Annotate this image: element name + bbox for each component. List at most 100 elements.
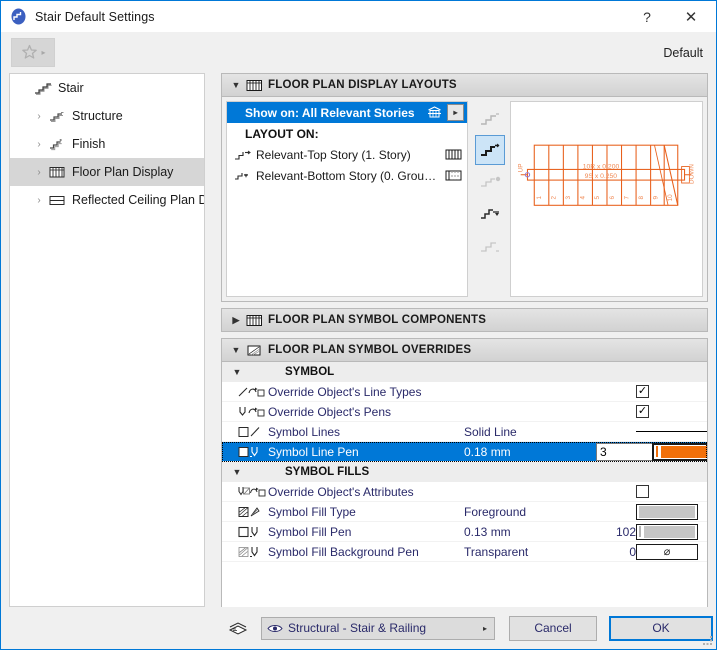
- view-above-icon[interactable]: [475, 103, 505, 133]
- stories-icon: [427, 106, 442, 119]
- row-label: Symbol Line Pen: [268, 445, 464, 459]
- default-label: Default: [663, 46, 703, 60]
- override-attributes-checkbox[interactable]: [636, 485, 649, 498]
- floor-plan-layouts-icon: [243, 79, 265, 92]
- symbol-overrides-icon: [243, 344, 265, 357]
- sidebar-item-stair[interactable]: ⱟ Stair: [10, 74, 204, 102]
- reflected-ceiling-icon: [46, 193, 68, 207]
- table-row[interactable]: Symbol Line Pen 0.18 mm 3 ▸: [222, 442, 707, 462]
- table-row[interactable]: Override Object's Line Types ✓: [222, 382, 707, 402]
- symbol-components-icon: [243, 314, 265, 327]
- section-header-floor-plan-symbol-components[interactable]: ▶ FLOOR PLAN SYMBOL COMPONENTS: [221, 308, 708, 332]
- override-line-types-icon: [222, 384, 268, 399]
- svg-text:9: 9: [652, 195, 659, 199]
- group-title: SYMBOL: [285, 366, 334, 378]
- dialog-footer: Structural - Stair & Railing ▸ Cancel OK: [1, 607, 716, 649]
- chevron-down-icon[interactable]: ▼: [229, 80, 243, 90]
- resize-grip[interactable]: [702, 635, 713, 646]
- table-row[interactable]: Override Object's Attributes: [222, 482, 707, 502]
- override-pens-icon: [222, 404, 268, 419]
- chevron-right-icon[interactable]: ▶: [229, 315, 243, 326]
- layout-on-label: LAYOUT ON:: [227, 123, 467, 144]
- chevron-down-icon[interactable]: ▼: [229, 367, 245, 377]
- symbol-lines-icon: [222, 424, 268, 439]
- title-bar: Stair Default Settings ? ✕: [1, 1, 716, 32]
- layout-row-top-story[interactable]: Relevant-Top Story (1. Story): [227, 144, 467, 165]
- group-title: SYMBOL FILLS: [285, 466, 369, 478]
- row-label: Symbol Lines: [268, 425, 464, 439]
- symbol-fill-type-icon: [222, 504, 268, 519]
- layers-icon: [227, 620, 253, 636]
- svg-text:7: 7: [623, 195, 630, 199]
- section-header-floor-plan-display-layouts[interactable]: ▼ FLOOR PLAN DISPLAY LAYOUTS: [221, 73, 708, 97]
- sidebar-item-label: Reflected Ceiling Plan Di: [72, 193, 205, 207]
- chevron-down-icon[interactable]: ▼: [229, 345, 243, 355]
- chevron-right-icon[interactable]: ›: [32, 139, 46, 150]
- ok-button[interactable]: OK: [609, 616, 713, 641]
- chevron-down-icon[interactable]: ⱟ: [18, 83, 32, 94]
- sidebar-item-floor-plan-display[interactable]: › Floor Plan Display: [10, 158, 204, 186]
- fill-background-pen-swatch[interactable]: ⌀: [636, 544, 698, 560]
- sidebar-item-structure[interactable]: › Structure: [10, 102, 204, 130]
- chevron-down-icon[interactable]: ▼: [229, 467, 245, 477]
- hatch-partial-icon: [439, 170, 467, 181]
- chevron-right-icon[interactable]: ›: [32, 167, 46, 178]
- finish-icon: [46, 137, 68, 151]
- pen-color-swatch[interactable]: [652, 443, 708, 461]
- chevron-right-icon[interactable]: ▸: [476, 624, 494, 633]
- section-title: FLOOR PLAN SYMBOL OVERRIDES: [268, 344, 471, 356]
- table-row[interactable]: Symbol Fill Type Foreground: [222, 502, 707, 522]
- table-row[interactable]: Override Object's Pens ✓: [222, 402, 707, 422]
- table-row[interactable]: Symbol Fill Background Pen Transparent 0…: [222, 542, 707, 562]
- chevron-right-icon: ▸: [453, 108, 457, 117]
- hatch-full-icon: [439, 149, 467, 160]
- view-below-icon[interactable]: [475, 167, 505, 197]
- floor-plan-display-layouts-body: Show on: All Relevant Stories ▸ LAYOUT O…: [221, 97, 708, 302]
- show-on-row[interactable]: Show on: All Relevant Stories ▸: [227, 102, 467, 123]
- help-button[interactable]: ?: [625, 1, 669, 32]
- fill-type-swatch[interactable]: [636, 504, 698, 520]
- tread-label: 9S x 0.250: [585, 173, 618, 180]
- cancel-button[interactable]: Cancel: [509, 616, 597, 641]
- pen-width-indicator: [639, 526, 641, 537]
- stair-plan-drawing: 10R x 0.200 9S x 0.250 1 2 3 4 5 6 7 8 9…: [511, 102, 702, 296]
- group-header-symbol[interactable]: ▼ SYMBOL: [222, 362, 707, 382]
- close-button[interactable]: ✕: [669, 1, 713, 32]
- sidebar-item-reflected-ceiling-plan[interactable]: › Reflected Ceiling Plan Di: [10, 186, 204, 214]
- ok-label: OK: [652, 621, 669, 635]
- layer-combo-box[interactable]: Structural - Stair & Railing ▸: [261, 617, 495, 640]
- down-label: DOWN: [688, 164, 695, 184]
- dialog-body: ⱟ Stair › Structure › Finish › Floor Pla…: [1, 73, 716, 649]
- row-number: 0: [596, 545, 636, 559]
- svg-text:8: 8: [638, 195, 645, 199]
- view-home-story-icon[interactable]: [475, 135, 505, 165]
- solid-line-preview[interactable]: [636, 431, 708, 432]
- symbol-fill-pen-icon: [222, 524, 268, 539]
- svg-text:4: 4: [580, 195, 587, 199]
- eye-icon: [262, 623, 288, 634]
- stair-plan-preview: 10R x 0.200 9S x 0.250 1 2 3 4 5 6 7 8 9…: [510, 101, 703, 297]
- group-header-symbol-fills[interactable]: ▼ SYMBOL FILLS: [222, 462, 707, 482]
- sidebar-item-label: Structure: [72, 109, 123, 123]
- view-custom-icon[interactable]: [475, 231, 505, 261]
- pen-number-input[interactable]: 3: [596, 443, 652, 461]
- sidebar-item-finish[interactable]: › Finish: [10, 130, 204, 158]
- override-pens-checkbox[interactable]: ✓: [636, 405, 649, 418]
- show-on-dropdown-button[interactable]: ▸: [447, 104, 464, 121]
- chevron-right-icon[interactable]: ›: [32, 111, 46, 122]
- sidebar-item-label: Finish: [72, 137, 105, 151]
- table-row[interactable]: Symbol Lines Solid Line: [222, 422, 707, 442]
- fill-pen-swatch[interactable]: [636, 524, 698, 540]
- row-label: Override Object's Pens: [268, 405, 464, 419]
- chevron-right-icon[interactable]: ›: [32, 195, 46, 206]
- favorites-button[interactable]: ▸: [11, 38, 55, 67]
- section-header-floor-plan-symbol-overrides[interactable]: ▼ FLOOR PLAN SYMBOL OVERRIDES: [221, 338, 708, 362]
- layout-row-label: Relevant-Bottom Story (0. Grou…: [256, 169, 439, 183]
- layout-row-bottom-story[interactable]: Relevant-Bottom Story (0. Grou…: [227, 165, 467, 186]
- svg-text:2: 2: [551, 195, 558, 199]
- favorites-toolbar: ▸ Default: [1, 32, 716, 73]
- pen-editor[interactable]: 3 ▸: [596, 443, 708, 461]
- override-line-types-checkbox[interactable]: ✓: [636, 385, 649, 398]
- view-bottom-icon[interactable]: [475, 199, 505, 229]
- table-row[interactable]: Symbol Fill Pen 0.13 mm 102: [222, 522, 707, 542]
